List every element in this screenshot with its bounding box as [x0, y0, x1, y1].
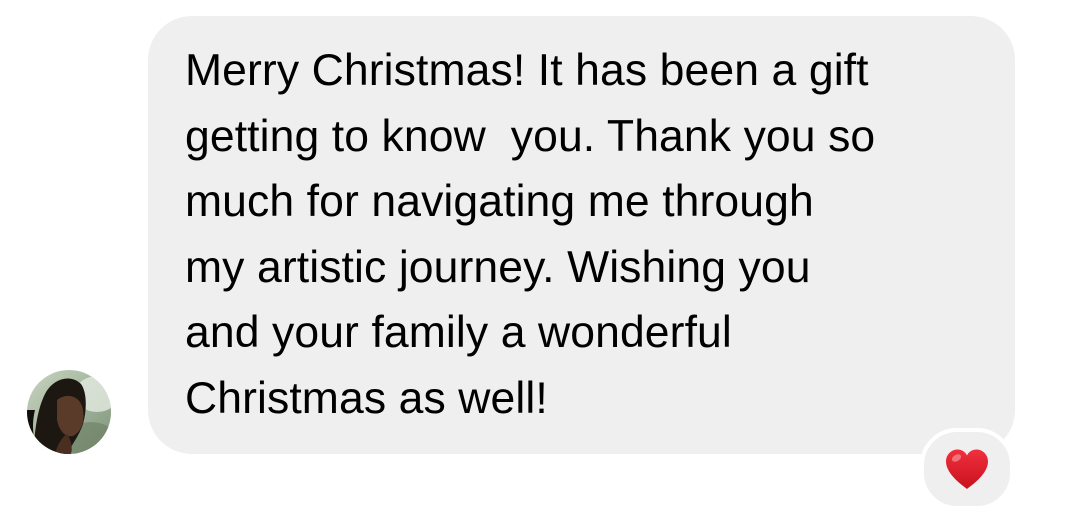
avatar-photo [27, 370, 111, 454]
message-line: getting to know you. Thank you so [185, 111, 876, 161]
message-bubble[interactable]: Merry Christmas! It has been a gift gett… [148, 16, 1015, 454]
message-line: much for navigating me through [185, 177, 814, 226]
message-line: Christmas as well! [185, 373, 548, 423]
sender-avatar[interactable] [27, 370, 111, 454]
reaction-badge[interactable] [920, 428, 1014, 510]
message-line: Merry Christmas! It has been a gift [185, 46, 869, 95]
message-text: Merry Christmas! It has been a gift gett… [185, 38, 991, 431]
message-line: and your family a wonderful [185, 308, 732, 357]
message-line: my artistic journey. Wishing you [185, 242, 811, 292]
heart-icon [946, 449, 988, 489]
